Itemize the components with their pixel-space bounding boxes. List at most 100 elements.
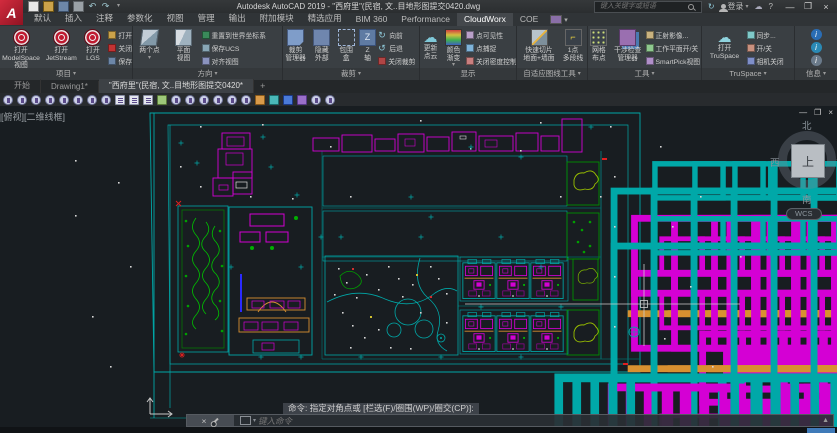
cloudworx-doc-icon[interactable] [143, 95, 153, 105]
cloudworx-swatch-blue-icon[interactable] [283, 95, 293, 105]
search-input[interactable] [598, 2, 688, 11]
bounding-box-button[interactable]: 包围 盒 [335, 27, 356, 62]
cloudworx-badge-icon[interactable] [59, 95, 69, 105]
grid-points-button[interactable]: 网格 布点 [588, 27, 610, 62]
redo-icon[interactable]: ↷ [101, 2, 110, 11]
project-save-button[interactable]: 保存 [108, 55, 132, 67]
panel-label-clip[interactable]: 裁剪 ▾ [283, 68, 419, 80]
color-gradient-button[interactable]: 颜色 渐变 ▾ [443, 27, 464, 69]
one-point-polyline-button[interactable]: ⌐ 1点 多段线 [561, 27, 585, 62]
tab-output[interactable]: 输出 [222, 11, 253, 26]
customize-wrench-icon[interactable] [213, 417, 219, 423]
open-lgs-button[interactable]: 打开 LGS [81, 27, 106, 62]
cloudworx-badge-icon[interactable] [311, 95, 321, 105]
file-tab-xifuli[interactable]: "西府里"(民宿, 文..目地形图提交0420* [99, 79, 254, 93]
command-scroll-up-icon[interactable]: ▲ [822, 417, 833, 424]
viewcube-top-face[interactable]: 上 [791, 144, 825, 178]
save-ucs-button[interactable]: 保存UCS [202, 42, 282, 54]
panel-label-adaptive-tools[interactable]: 自适应图线工具 ▾ [517, 68, 587, 80]
command-keyboard-icon[interactable] [240, 416, 251, 425]
viewcube-west[interactable]: 西 [770, 155, 780, 169]
cloudworx-badge-icon[interactable] [101, 95, 111, 105]
point-visibility-button[interactable]: 点可见性 [466, 29, 516, 41]
cloudworx-doc-icon[interactable] [115, 95, 125, 105]
cloudworx-swatch-orange-icon[interactable] [255, 95, 265, 105]
work-plane-toggle-button[interactable]: 工作平面开/关 [646, 42, 701, 54]
quick-slice-button[interactable]: 快速切片 地面+墙面 [519, 27, 559, 62]
file-tab-drawing1[interactable]: Drawing1* [41, 81, 99, 93]
clip-off-button[interactable]: 关闭裁剪 [378, 55, 419, 67]
orthoimage-button[interactable]: 正射影像... [646, 29, 701, 41]
drawing-restore-button[interactable]: ❐ [814, 108, 821, 117]
cloudworx-badge-icon[interactable] [213, 95, 223, 105]
reset-to-wcs-button[interactable]: 重置到世界坐标系 [202, 29, 282, 41]
project-close-button[interactable]: 关闭 [108, 42, 132, 54]
project-open-button[interactable]: 打开 [108, 29, 132, 41]
model-space-canvas[interactable]: [-][俯视][二维线框] — ❐ × 北 南 西 东 上 WCS 命令: 指定… [0, 106, 837, 433]
restore-button[interactable]: ❐ [799, 1, 817, 12]
tab-performance[interactable]: Performance [394, 13, 457, 26]
plan-view-button[interactable]: 平面 视图 [169, 27, 199, 62]
panel-label-info[interactable]: 信息 ▾ [795, 68, 837, 80]
autocad-app-button[interactable]: A [0, 0, 23, 25]
minimize-button[interactable]: — [781, 2, 799, 12]
command-line-bar[interactable]: × ▾ ▲ [186, 414, 834, 427]
drawing-close-button[interactable]: × [828, 108, 833, 117]
help-search-box[interactable] [594, 1, 702, 13]
hide-outside-button[interactable]: 隐藏 外部 [310, 27, 333, 62]
update-point-cloud-button[interactable]: ☁ 更新 点云 [420, 27, 441, 60]
viewport-controls[interactable]: [-][俯视][二维线框] [0, 110, 65, 123]
camera-off-button[interactable]: 相机关闭 [747, 55, 791, 67]
viewcube-north[interactable]: 北 [802, 118, 812, 132]
viewcube-south[interactable]: 南 [802, 192, 812, 206]
cloudworx-swatch-teal-icon[interactable] [269, 95, 279, 105]
info-icon[interactable]: i [811, 42, 822, 53]
cloudworx-badge-icon[interactable] [241, 95, 251, 105]
cloudworx-swatch-green-icon[interactable] [157, 95, 167, 105]
align-view-button[interactable]: 对齐视图 [202, 55, 282, 67]
cloudworx-badge-icon[interactable] [171, 95, 181, 105]
command-close-icon[interactable]: × [202, 416, 207, 426]
tab-parametric[interactable]: 参数化 [120, 11, 160, 26]
cloudworx-badge-icon[interactable] [17, 95, 27, 105]
cloudworx-badge-icon[interactable] [73, 95, 83, 105]
panel-label-truspace[interactable]: TruSpace ▾ [702, 68, 794, 80]
help-icon[interactable]: ? [769, 2, 773, 11]
tab-addins[interactable]: 附加模块 [253, 11, 301, 26]
cloudworx-badge-icon[interactable] [31, 95, 41, 105]
a360-sync-icon[interactable]: ↻ [708, 2, 715, 11]
open-jetstream-button[interactable]: 打开 JetStream [45, 27, 78, 62]
drawing-minimize-button[interactable]: — [799, 108, 807, 117]
clip-back-button[interactable]: ↺ 后退 [378, 42, 419, 54]
cloudworx-badge-icon[interactable] [227, 95, 237, 105]
tab-bim360[interactable]: BIM 360 [349, 13, 395, 26]
panel-label-display[interactable]: 显示 [420, 68, 516, 80]
cloudworx-swatch-purple-icon[interactable] [297, 95, 307, 105]
tab-featured[interactable]: 精选应用 [301, 11, 349, 26]
undo-icon[interactable]: ↶ [88, 2, 97, 11]
truspace-toggle-button[interactable]: 开/关 [747, 42, 791, 54]
cloudworx-badge-icon[interactable] [199, 95, 209, 105]
command-bar-grip[interactable]: × [187, 415, 234, 426]
viewcube[interactable]: 北 南 西 东 上 WCS [770, 118, 837, 218]
app-store-icon[interactable]: ☁ [755, 2, 763, 11]
interference-check-button[interactable]: 干涉检查 管理器 [612, 27, 644, 62]
panel-label-tools[interactable]: 工具 ▾ [588, 68, 701, 80]
open-truspace-button[interactable]: ☁ 打开 TruSpace [706, 27, 744, 60]
point-snap-button[interactable]: 点捕捉 [466, 42, 516, 54]
info-icon[interactable]: i [811, 55, 822, 66]
two-points-button[interactable]: 两个点 ▾ [134, 27, 166, 61]
z-axis-button[interactable]: Z Z 轴 [359, 27, 376, 62]
tab-coe[interactable]: COE [513, 13, 545, 26]
sign-in-button[interactable]: 登录 ▾ [721, 1, 749, 12]
cloudworx-badge-icon[interactable] [325, 95, 335, 105]
cloudworx-doc-icon[interactable] [129, 95, 139, 105]
tab-view[interactable]: 视图 [160, 11, 191, 26]
tab-default[interactable]: 默认 [27, 11, 58, 26]
new-drawing-button[interactable]: + [254, 81, 271, 93]
truspace-sync-button[interactable]: 同步... [747, 29, 791, 41]
search-icon[interactable] [688, 4, 694, 10]
cloudworx-badge-icon[interactable] [185, 95, 195, 105]
ribbon-tab-overflow[interactable]: ▾ [545, 15, 573, 26]
clip-forward-button[interactable]: ↻ 向前 [378, 29, 419, 41]
